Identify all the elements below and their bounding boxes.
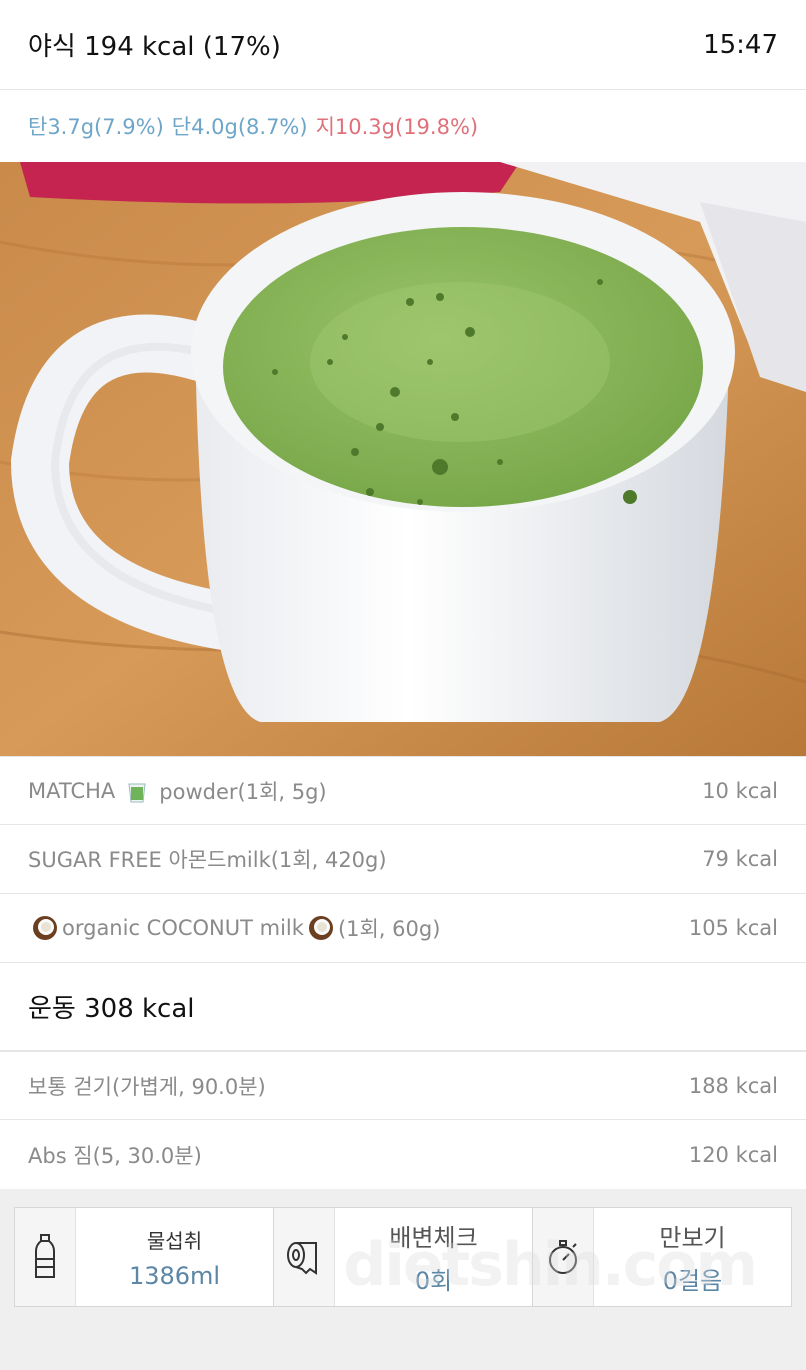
meal-photo[interactable]: [0, 162, 806, 756]
food-list: MATCHA powder(1회, 5g) 10 kcal SUGAR FREE…: [0, 756, 806, 963]
stat-label: 배변체크: [389, 1224, 478, 1252]
macro-summary: 탄3.7g(7.9%) 단4.0g(8.7%) 지10.3g(19.8%): [0, 90, 806, 162]
food-item[interactable]: organic COCONUT milk (1회, 60g) 105 kcal: [0, 894, 806, 963]
food-name: MATCHA powder(1회, 5g): [28, 778, 327, 804]
water-bottle-icon: [15, 1208, 76, 1306]
food-kcal: 10 kcal: [702, 778, 778, 803]
stat-bowel[interactable]: 배변체크 0회: [274, 1208, 533, 1306]
exercise-kcal: 120 kcal: [688, 1142, 778, 1167]
exercise-list: 보통 걷기(가볍게, 90.0분) 188 kcal Abs 짐(5, 30.0…: [0, 1051, 806, 1189]
toilet-paper-icon: [274, 1208, 335, 1306]
food-item[interactable]: SUGAR FREE 아몬드milk(1회, 420g) 79 kcal: [0, 825, 806, 894]
stat-label: 만보기: [659, 1224, 726, 1252]
stat-water[interactable]: 물섭취 1386ml: [15, 1208, 274, 1306]
food-name: organic COCONUT milk (1회, 60g): [28, 913, 440, 943]
exercise-name: 보통 걷기(가볍게, 90.0분): [28, 1074, 266, 1099]
exercise-item[interactable]: 보통 걷기(가볍게, 90.0분) 188 kcal: [0, 1051, 806, 1120]
exercise-kcal: 188 kcal: [688, 1073, 778, 1098]
food-name: SUGAR FREE 아몬드milk(1회, 420g): [28, 848, 387, 872]
meal-time: 15:47: [703, 29, 778, 60]
exercise-item[interactable]: Abs 짐(5, 30.0분) 120 kcal: [0, 1120, 806, 1189]
carb-macro: 탄3.7g(7.9%): [28, 115, 164, 139]
stat-pedometer[interactable]: 만보기 0걸음: [533, 1208, 791, 1306]
protein-macro: 단4.0g(8.7%): [171, 115, 308, 139]
tea-cup-icon: [125, 778, 149, 804]
food-item[interactable]: MATCHA powder(1회, 5g) 10 kcal: [0, 756, 806, 825]
exercise-header: 운동 308 kcal: [0, 963, 806, 1051]
coconut-icon: [308, 915, 334, 941]
food-kcal: 79 kcal: [702, 847, 778, 871]
meal-header: 야식 194 kcal (17%) 15:47: [0, 0, 806, 90]
food-kcal: 105 kcal: [688, 916, 778, 940]
stat-value: 0걸음: [662, 1267, 723, 1295]
meal-title: 야식 194 kcal (17%): [28, 32, 281, 62]
exercise-name: Abs 짐(5, 30.0분): [28, 1143, 202, 1168]
stat-value: 1386ml: [128, 1261, 221, 1290]
stopwatch-icon: [533, 1208, 594, 1306]
stats-bar: 물섭취 1386ml 배변체크 0회 만보기 0걸음: [14, 1207, 792, 1307]
bottom-stats-area: 물섭취 1386ml 배변체크 0회 만보기 0걸음: [0, 1189, 806, 1370]
coconut-icon: [32, 915, 58, 941]
stat-label: 물섭취: [146, 1228, 203, 1253]
stat-value: 0회: [414, 1267, 453, 1295]
fat-macro: 지10.3g(19.8%): [315, 115, 479, 139]
